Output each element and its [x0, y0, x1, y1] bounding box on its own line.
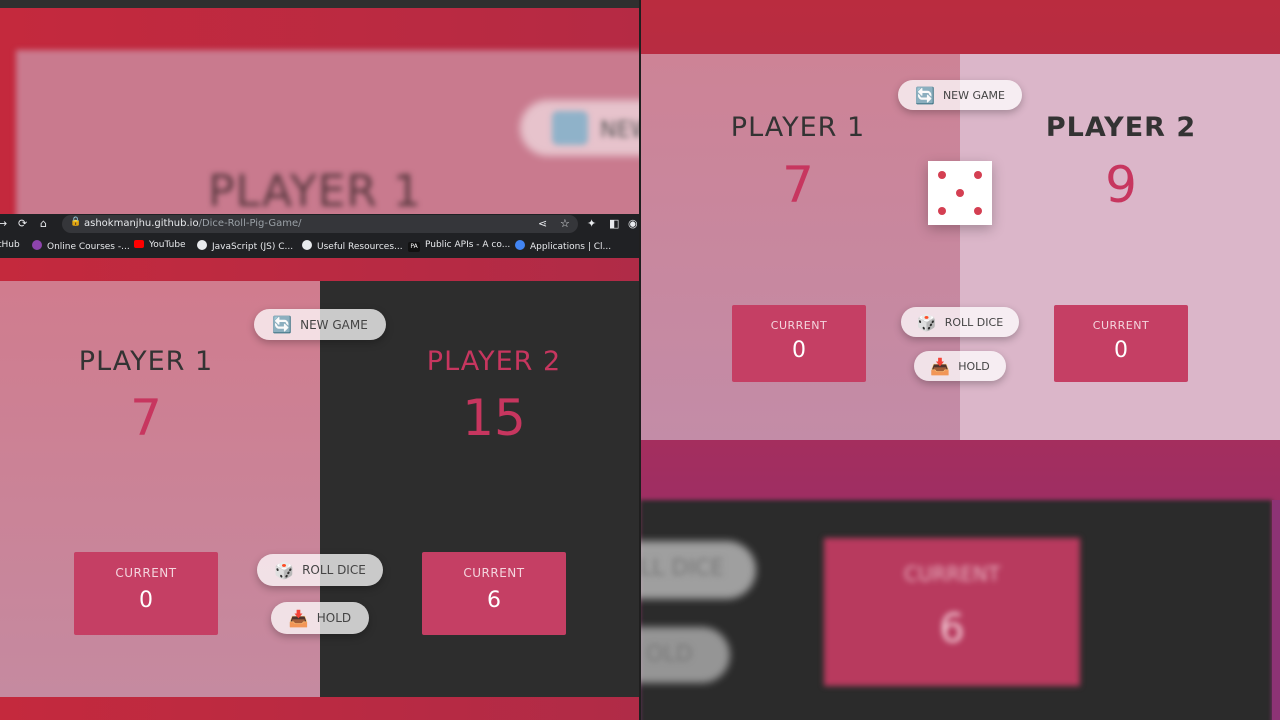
- home-icon[interactable]: ⌂: [40, 217, 47, 230]
- player2-current-box: CURRENT 0: [1054, 305, 1188, 382]
- hold-label: HOLD: [958, 359, 990, 373]
- dice-dot: [956, 189, 964, 197]
- new-game-button[interactable]: 🔄 NEW GAME: [254, 309, 386, 340]
- current-value: 0: [792, 338, 806, 363]
- new-game-button[interactable]: 🔄 NEW GAME: [898, 80, 1022, 110]
- roll-dice-button[interactable]: 🎲 ROLL DICE: [257, 554, 383, 586]
- blurred-hold-label: OLD: [646, 642, 693, 667]
- roll-dice-label: ROLL DICE: [944, 315, 1004, 329]
- url-path: /Dice-Roll-Pig-Game/: [198, 218, 302, 229]
- bookmark-item[interactable]: tHub: [0, 240, 20, 250]
- dice-dot: [938, 171, 946, 179]
- bookmark-item[interactable]: JavaScript (JS) C...: [197, 240, 293, 252]
- blurred-zoom-top: NEW PLAYER 1: [0, 0, 640, 216]
- blurred-refresh-icon: [552, 111, 588, 145]
- blurred-button-label: NEW: [600, 118, 640, 143]
- player2-panel: PLAYER 2 9 CURRENT 0: [960, 54, 1280, 440]
- blurred-roll-label: LL DICE: [640, 556, 725, 581]
- url-host: ashokmanjhu.github.io: [84, 218, 199, 229]
- address-bar[interactable]: 🔒 ashokmanjhu.github.io/Dice-Roll-Pig-Ga…: [62, 215, 578, 233]
- player1-current-box: CURRENT 0: [732, 305, 866, 382]
- new-game-label: NEW GAME: [942, 88, 1005, 102]
- player1-panel: PLAYER 1 7 CURRENT 0: [640, 54, 960, 440]
- player1-panel: PLAYER 1 7 CURRENT 0: [0, 281, 320, 697]
- player1-score: 7: [782, 156, 814, 214]
- globe-icon: [302, 240, 312, 250]
- bookmark-star-icon[interactable]: ☆: [560, 217, 570, 230]
- roll-dice-label: ROLL DICE: [302, 563, 366, 577]
- apps-icon: [515, 240, 525, 250]
- share-icon[interactable]: ⋖: [538, 217, 547, 230]
- player2-name: PLAYER 2: [1045, 112, 1197, 143]
- hold-button[interactable]: 📥 HOLD: [914, 351, 1006, 381]
- dice-dot: [974, 171, 982, 179]
- blurred-current-value: 6: [939, 606, 965, 652]
- dice-icon: 🎲: [916, 312, 937, 332]
- player2-score: 15: [462, 389, 526, 447]
- new-game-label: NEW GAME: [300, 317, 368, 332]
- game-zoom: PLAYER 1 7 CURRENT 0 PLAYER 2 9 CURRENT …: [640, 0, 1280, 440]
- player2-panel: PLAYER 2 15 CURRENT 6: [320, 281, 640, 697]
- bookmark-item[interactable]: Applications | Cl...: [515, 240, 611, 252]
- current-label: CURRENT: [770, 319, 828, 332]
- top-bar: [0, 0, 640, 8]
- inbox-icon: 📥: [930, 356, 951, 376]
- roll-dice-button[interactable]: 🎲 ROLL DICE: [901, 307, 1019, 337]
- player1-score: 7: [130, 389, 162, 447]
- current-label: CURRENT: [1092, 319, 1150, 332]
- dice-dot: [974, 207, 982, 215]
- bookmarks-bar: tHub Online Courses -... YouTube JavaScr…: [0, 234, 640, 258]
- current-value: 0: [1114, 338, 1128, 363]
- refresh-icon: 🔄: [272, 315, 293, 334]
- bookmark-item[interactable]: Online Courses -...: [32, 240, 130, 252]
- current-value: 0: [139, 588, 153, 613]
- blurred-player-title: PLAYER 1: [208, 166, 422, 216]
- bookmark-item[interactable]: PA Public APIs - A co...: [408, 240, 510, 252]
- edge-strip: [1272, 500, 1280, 720]
- pa-icon: PA: [408, 242, 420, 252]
- browser-toolbar: → ⟳ ⌂ 🔒 ashokmanjhu.github.io/Dice-Roll-…: [0, 214, 640, 234]
- current-label: CURRENT: [115, 566, 177, 580]
- refresh-icon: 🔄: [915, 85, 935, 105]
- dice-icon: 🎲: [274, 560, 295, 580]
- player2-score: 9: [1105, 156, 1137, 214]
- courses-icon: [32, 240, 42, 250]
- url-text: ashokmanjhu.github.io/Dice-Roll-Pig-Game…: [84, 218, 302, 229]
- forward-icon[interactable]: →: [0, 217, 7, 230]
- current-label: CURRENT: [463, 566, 525, 580]
- player2-current-box: CURRENT 6: [422, 552, 566, 635]
- player1-name: PLAYER 1: [730, 112, 866, 143]
- blurred-zoom-bottom: LL DICE OLD CURRENT 6: [640, 440, 1280, 720]
- dice-dot: [938, 207, 946, 215]
- hold-label: HOLD: [316, 611, 352, 625]
- player1-name: PLAYER 1: [78, 346, 214, 377]
- blurred-current-label: CURRENT: [903, 562, 1001, 586]
- profile-icon[interactable]: ◉: [628, 217, 638, 230]
- extensions-icon[interactable]: ✦: [587, 217, 596, 230]
- sidepanel-icon[interactable]: ◧: [609, 217, 619, 230]
- player1-current-box: CURRENT 0: [74, 552, 218, 635]
- pig-game: PLAYER 1 7 CURRENT 0 PLAYER 2 15 CURRENT…: [0, 281, 640, 697]
- player2-name: PLAYER 2: [426, 346, 562, 377]
- browser-screenshot: → ⟳ ⌂ 🔒 ashokmanjhu.github.io/Dice-Roll-…: [0, 214, 640, 720]
- lock-icon: 🔒: [70, 217, 82, 227]
- hold-button[interactable]: 📥 HOLD: [271, 602, 369, 634]
- blurred-current-box: CURRENT 6: [824, 538, 1080, 686]
- vertical-divider: [639, 0, 641, 720]
- youtube-icon: [134, 240, 144, 248]
- current-value: 6: [487, 588, 501, 613]
- bookmark-item[interactable]: Useful Resources...: [302, 240, 403, 252]
- dice-face: [928, 161, 992, 225]
- reload-icon[interactable]: ⟳: [18, 217, 27, 230]
- bookmark-item[interactable]: YouTube: [134, 240, 186, 250]
- globe-icon: [197, 240, 207, 250]
- inbox-icon: 📥: [288, 608, 309, 628]
